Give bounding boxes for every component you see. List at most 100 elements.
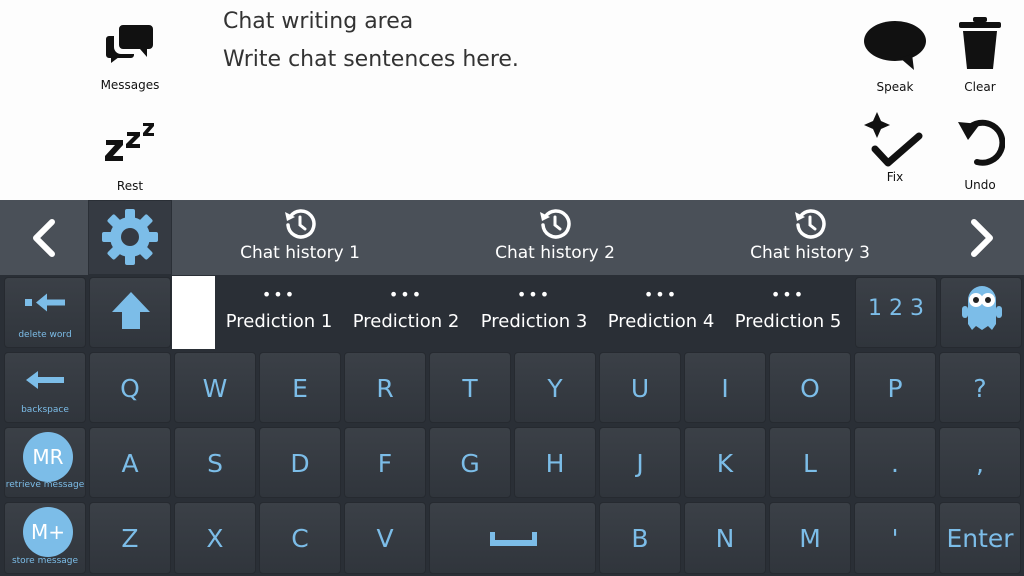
history-next-button[interactable] xyxy=(940,200,1024,275)
prediction-2-dots: ••• xyxy=(388,285,424,304)
prediction-5[interactable]: ••• Prediction 5 xyxy=(725,276,851,349)
prediction-2[interactable]: ••• Prediction 2 xyxy=(343,276,469,349)
key-f[interactable]: F xyxy=(344,427,426,498)
key-j[interactable]: J xyxy=(599,427,681,498)
key-v[interactable]: V xyxy=(344,502,426,574)
key-m-label: M xyxy=(799,524,821,553)
backspace-arrow-icon xyxy=(26,371,64,389)
undo-button[interactable]: Undo xyxy=(937,116,1023,192)
key-k-label: K xyxy=(716,449,734,478)
retrieve-message-icon: MR xyxy=(23,432,73,482)
prediction-4-dots: ••• xyxy=(643,285,679,304)
profile-button[interactable] xyxy=(940,277,1022,348)
shift-key[interactable] xyxy=(89,277,171,348)
key-b-label: B xyxy=(631,524,649,553)
chat-history-1[interactable]: Chat history 1 xyxy=(200,200,400,275)
key-a-label: A xyxy=(121,449,139,478)
key-h-label: H xyxy=(545,449,565,478)
key-v-label: V xyxy=(376,524,394,553)
backspace-button[interactable]: backspace xyxy=(4,352,86,423)
key-u-label: U xyxy=(630,374,650,403)
key-x[interactable]: X xyxy=(174,502,256,574)
key-c-label: C xyxy=(291,524,309,553)
key-z-label: Z xyxy=(121,524,139,553)
key-z[interactable]: Z xyxy=(89,502,171,574)
rest-button[interactable]: Rest xyxy=(87,120,173,193)
key-period[interactable]: . xyxy=(854,427,936,498)
key-m[interactable]: M xyxy=(769,502,851,574)
key-a[interactable]: A xyxy=(89,427,171,498)
chat-history-3[interactable]: Chat history 3 xyxy=(710,200,910,275)
key-c[interactable]: C xyxy=(259,502,341,574)
key-s[interactable]: S xyxy=(174,427,256,498)
key-q[interactable]: Q xyxy=(89,352,171,423)
key-p[interactable]: P xyxy=(854,352,936,423)
messages-button[interactable]: Messages xyxy=(87,22,173,92)
prediction-4-label: Prediction 4 xyxy=(607,311,715,332)
key-comma[interactable]: , xyxy=(939,427,1021,498)
key-s-label: S xyxy=(207,449,223,478)
key-i[interactable]: I xyxy=(684,352,766,423)
prediction-2-label: Prediction 2 xyxy=(352,311,460,332)
settings-button[interactable] xyxy=(88,200,172,275)
key-e-label: E xyxy=(292,374,308,403)
key-e[interactable]: E xyxy=(259,352,341,423)
key-i-label: I xyxy=(721,374,729,403)
shift-arrow-icon xyxy=(112,292,150,329)
fix-button[interactable]: Fix xyxy=(852,112,938,184)
delete-word-label: delete word xyxy=(18,330,72,340)
retrieve-message-button[interactable]: MR retrieve message xyxy=(4,427,86,498)
key-question[interactable]: ? xyxy=(939,352,1021,423)
key-apostrophe[interactable]: ' xyxy=(854,502,936,574)
prediction-5-dots: ••• xyxy=(770,285,806,304)
key-d[interactable]: D xyxy=(259,427,341,498)
retrieve-message-label: retrieve message xyxy=(5,480,85,490)
prediction-3[interactable]: ••• Prediction 3 xyxy=(471,276,597,349)
key-g-label: G xyxy=(460,449,480,478)
key-k[interactable]: K xyxy=(684,427,766,498)
speech-bubble-icon xyxy=(864,21,926,70)
key-b[interactable]: B xyxy=(599,502,681,574)
speak-button[interactable]: Speak xyxy=(852,20,938,94)
history-clock-icon xyxy=(540,209,571,239)
key-u[interactable]: U xyxy=(599,352,681,423)
clear-label: Clear xyxy=(964,80,996,94)
key-question-label: ? xyxy=(973,374,987,403)
chat-history-1-label: Chat history 1 xyxy=(240,243,360,263)
chat-history-2[interactable]: Chat history 2 xyxy=(455,200,655,275)
prediction-4[interactable]: ••• Prediction 4 xyxy=(598,276,724,349)
numbers-key-label: 1 2 3 xyxy=(868,296,924,321)
chevron-left-icon xyxy=(33,219,55,257)
key-r[interactable]: R xyxy=(344,352,426,423)
speak-label: Speak xyxy=(876,80,914,94)
chat-bubbles-icon xyxy=(105,25,153,64)
enter-key[interactable]: Enter xyxy=(939,502,1021,574)
key-f-label: F xyxy=(377,449,393,478)
numbers-key[interactable]: 1 2 3 xyxy=(855,277,937,348)
key-o[interactable]: O xyxy=(769,352,851,423)
key-h[interactable]: H xyxy=(514,427,596,498)
fix-label: Fix xyxy=(886,170,904,184)
key-g[interactable]: G xyxy=(429,427,511,498)
key-comma-label: , xyxy=(976,449,984,478)
space-key[interactable] xyxy=(429,502,596,574)
key-p-label: P xyxy=(887,374,903,403)
clear-button[interactable]: Clear xyxy=(937,16,1023,94)
delete-word-button[interactable]: delete word xyxy=(4,277,86,348)
prediction-1[interactable]: ••• Prediction 1 xyxy=(216,276,342,349)
prediction-3-dots: ••• xyxy=(516,285,552,304)
key-x-label: X xyxy=(206,524,224,553)
backspace-label: backspace xyxy=(21,405,69,415)
key-l-label: L xyxy=(803,449,817,478)
key-t[interactable]: T xyxy=(429,352,511,423)
key-w[interactable]: W xyxy=(174,352,256,423)
key-y[interactable]: Y xyxy=(514,352,596,423)
history-prev-button[interactable] xyxy=(0,200,84,275)
key-n[interactable]: N xyxy=(684,502,766,574)
store-message-button[interactable]: M+ store message xyxy=(4,502,86,574)
key-l[interactable]: L xyxy=(769,427,851,498)
key-w-label: W xyxy=(202,374,228,403)
prediction-cursor-area xyxy=(172,276,215,349)
chat-input[interactable]: Write chat sentences here. xyxy=(223,47,519,72)
key-r-label: R xyxy=(376,374,394,403)
